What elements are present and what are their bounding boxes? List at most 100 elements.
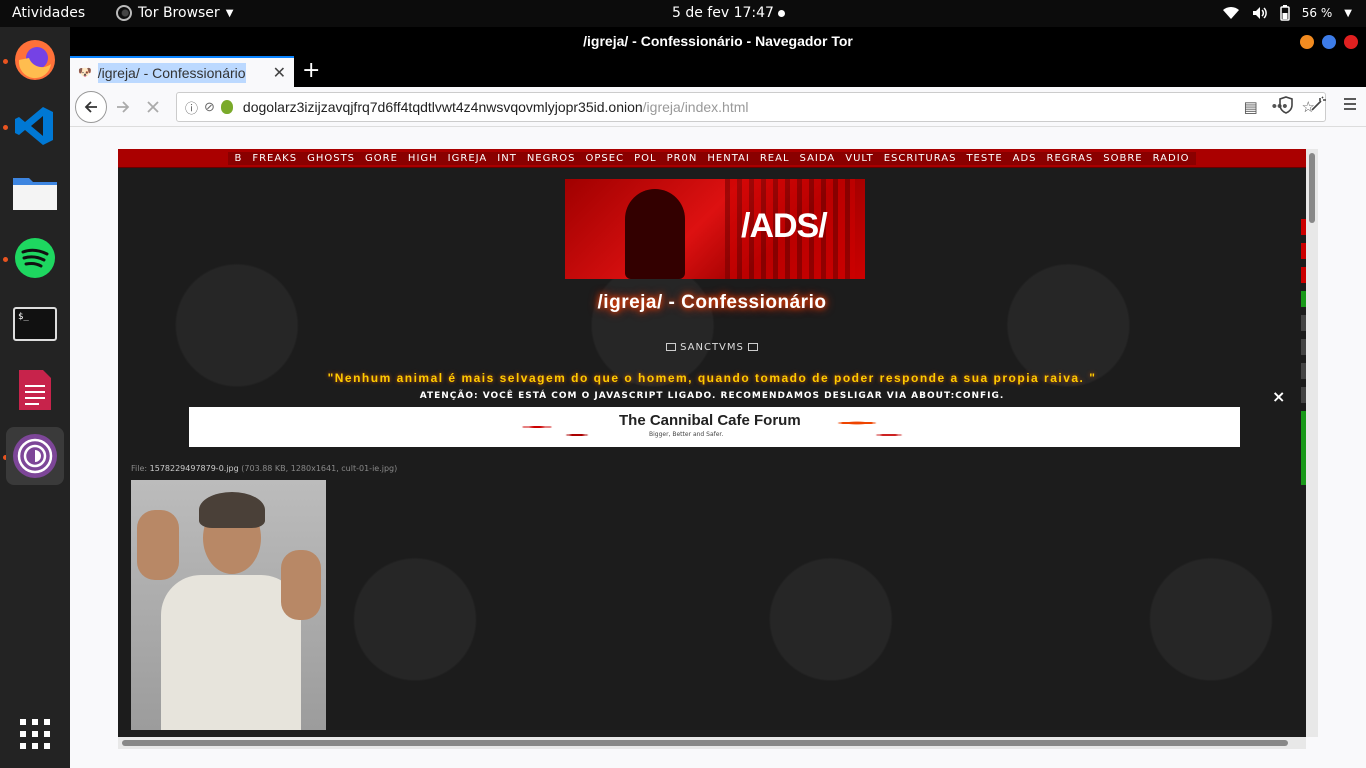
sanctvms-label: SANCTVMS xyxy=(680,342,744,353)
system-top-bar: Atividades Tor Browser ▼ 5 de fev 17:47 … xyxy=(0,0,1366,27)
onion-icon xyxy=(220,100,233,114)
dock-terminal[interactable]: $_ xyxy=(6,295,64,353)
nav-link-gore[interactable]: GORE xyxy=(359,151,404,165)
forward-button[interactable] xyxy=(108,92,138,122)
tab-strip: 🐶 /igreja/ - Confessionário ✕ + xyxy=(70,56,1366,87)
board-banner[interactable]: /ADS/ xyxy=(565,179,865,279)
clock[interactable]: 5 de fev 17:47 xyxy=(672,5,785,21)
dock-files[interactable] xyxy=(6,163,64,221)
close-window-button[interactable] xyxy=(1344,35,1358,49)
notification-dot-icon xyxy=(777,9,785,17)
wifi-icon xyxy=(1222,6,1239,19)
ad-banner[interactable]: The Cannibal Cafe Forum Bigger, Better a… xyxy=(189,407,1240,447)
board-title: /igreja/ - Confessionário xyxy=(597,292,827,313)
nav-link-regras[interactable]: REGRAS xyxy=(1040,151,1100,165)
js-warning: ATENÇÃO: VOCÊ ESTÁ COM O JAVASCRIPT LIGA… xyxy=(419,391,1005,401)
dock-show-apps[interactable] xyxy=(6,705,64,763)
file-info: File: 1578229497879-0.jpg (703.88 KB, 12… xyxy=(131,464,397,473)
nav-link-negros[interactable]: NEGROS xyxy=(520,151,582,165)
tor-browser-icon xyxy=(13,434,57,478)
stop-button[interactable] xyxy=(138,92,168,122)
chevron-down-icon: ▼ xyxy=(1344,7,1352,19)
nav-link-teste[interactable]: TESTE xyxy=(960,151,1009,165)
nav-link-opsec[interactable]: OPSEC xyxy=(579,151,631,165)
text-editor-icon xyxy=(19,370,51,410)
activities-button[interactable]: Atividades xyxy=(12,5,85,21)
url-bar[interactable]: ⓘ ⊘ dogolarz3izijzavqjfrq7d6ff4tqdtlvwt4… xyxy=(176,92,1326,122)
nav-link-sobre[interactable]: SOBRE xyxy=(1097,151,1149,165)
checkbox-icon xyxy=(666,343,677,351)
vertical-scrollbar[interactable] xyxy=(1306,149,1318,737)
dock-firefox[interactable] xyxy=(6,31,64,89)
nav-link-pr0n[interactable]: PR0N xyxy=(660,151,704,165)
battery-percent: 56 % xyxy=(1301,6,1333,20)
dock: $_ xyxy=(0,27,70,768)
nav-link-int[interactable]: INT xyxy=(491,151,523,165)
nav-link-pol[interactable]: POL xyxy=(628,151,663,165)
post-image[interactable] xyxy=(131,480,326,730)
tor-app-icon xyxy=(116,5,132,21)
dock-vscode[interactable] xyxy=(6,97,64,155)
nav-link-vult[interactable]: VULT xyxy=(839,151,880,165)
vscode-icon xyxy=(15,107,53,145)
nav-link-ads[interactable]: ADS xyxy=(1006,151,1043,165)
system-status-area[interactable]: 56 % ▼ xyxy=(1222,5,1352,21)
close-tab-icon[interactable]: ✕ xyxy=(273,63,286,83)
back-button[interactable] xyxy=(75,91,107,123)
checkbox-icon xyxy=(747,343,758,351)
tab-favicon-icon: 🐶 xyxy=(78,67,92,79)
forward-arrow-icon xyxy=(117,101,130,113)
nav-link-hentai[interactable]: HENTAI xyxy=(701,151,756,165)
file-label: File: xyxy=(131,464,148,473)
dock-tor-browser[interactable] xyxy=(6,427,64,485)
nav-link-freaks[interactable]: FREAKS xyxy=(246,151,304,165)
sanctvms-toggle[interactable]: SANCTVMS xyxy=(118,342,1306,353)
window-titlebar[interactable]: /igreja/ - Confessionário - Navegador To… xyxy=(70,27,1366,56)
nav-link-escrituras[interactable]: ESCRITURAS xyxy=(877,151,963,165)
battery-icon xyxy=(1280,5,1290,21)
board-quote: "Nenhum animal é mais selvagem do que o … xyxy=(327,371,1097,385)
shield-icon[interactable] xyxy=(1278,96,1294,114)
nav-link-real[interactable]: REAL xyxy=(753,151,796,165)
files-icon xyxy=(13,178,57,210)
app-menu[interactable]: Tor Browser ▼ xyxy=(116,5,233,21)
tab-igreja[interactable]: 🐶 /igreja/ - Confessionário ✕ xyxy=(70,56,294,87)
reader-view-icon[interactable]: ▤ xyxy=(1244,98,1258,116)
new-tab-button[interactable]: + xyxy=(302,58,320,83)
photo-hand-right xyxy=(281,550,321,620)
horizontal-scrollbar[interactable] xyxy=(118,737,1306,749)
photo-hand-left xyxy=(137,510,179,580)
nav-link-high[interactable]: HIGH xyxy=(401,151,444,165)
warning-close-button[interactable]: × xyxy=(1272,387,1285,406)
photo-hair xyxy=(199,492,265,528)
app-grid-icon xyxy=(20,719,50,749)
permissions-icon[interactable]: ⊘ xyxy=(204,99,215,115)
dock-text-editor[interactable] xyxy=(6,361,64,419)
banner-figure xyxy=(625,189,685,279)
window-title: /igreja/ - Confessionário - Navegador To… xyxy=(583,33,853,49)
nav-link-saida[interactable]: SAIDA xyxy=(793,151,842,165)
minimize-button[interactable] xyxy=(1300,35,1314,49)
tab-label: /igreja/ - Confessionário xyxy=(97,62,246,83)
info-icon[interactable]: ⓘ xyxy=(185,98,198,117)
ad-subtitle: Bigger, Better and Safer. xyxy=(649,431,724,438)
url-host: dogolarz3izijzavqjfrq7d6ff4tqdtlvwt4z4nw… xyxy=(242,99,643,115)
file-meta: (703.88 KB, 1280x1641, cult-01-ie.jpg) xyxy=(241,464,398,473)
dock-spotify[interactable] xyxy=(6,229,64,287)
horizontal-scroll-thumb[interactable] xyxy=(122,740,1288,746)
hamburger-menu-icon[interactable] xyxy=(1342,96,1358,112)
photo-shirt xyxy=(161,575,301,730)
magic-wand-icon[interactable] xyxy=(1310,96,1326,112)
clock-label: 5 de fev 17:47 xyxy=(672,5,774,21)
stop-x-icon xyxy=(147,101,159,113)
vertical-scroll-thumb[interactable] xyxy=(1309,153,1315,223)
maximize-button[interactable] xyxy=(1322,35,1336,49)
browser-window: /igreja/ - Confessionário - Navegador To… xyxy=(70,27,1366,768)
nav-link-ghosts[interactable]: GHOSTS xyxy=(301,151,362,165)
chevron-down-icon: ▼ xyxy=(225,7,234,19)
nav-link-radio[interactable]: RADIO xyxy=(1146,151,1196,165)
nav-link-igreja[interactable]: IGREJA xyxy=(441,151,494,165)
file-name-link[interactable]: 1578229497879-0.jpg xyxy=(150,464,239,473)
navigation-toolbar: ⓘ ⊘ dogolarz3izijzavqjfrq7d6ff4tqdtlvwt4… xyxy=(70,87,1366,127)
board-nav: B FREAKS GHOSTS GORE HIGH IGREJA INT NEGROS OPSE… xyxy=(118,149,1306,168)
